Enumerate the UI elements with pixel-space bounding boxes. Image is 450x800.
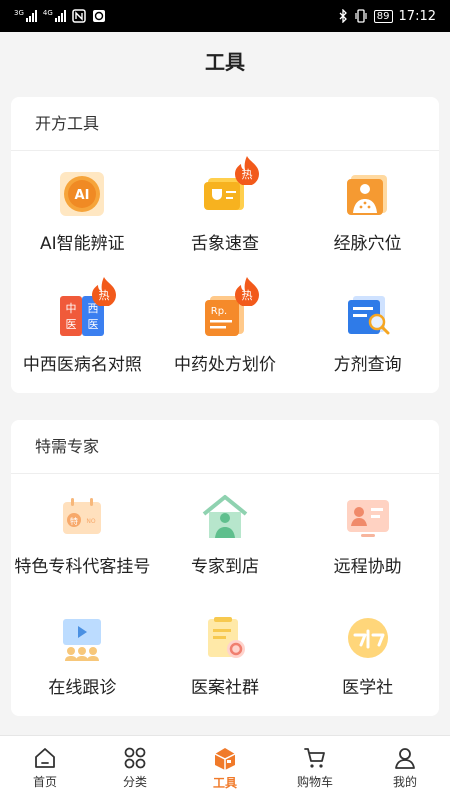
service-label: 医学社 [342, 678, 394, 698]
svg-text:中: 中 [66, 302, 77, 315]
tool-label: 舌象速查 [190, 234, 259, 254]
network-type-label: 3G [14, 9, 24, 17]
hot-badge-icon: 热 [234, 156, 259, 185]
ai-diagnosis-icon: AI [60, 172, 105, 216]
hot-badge-icon: 热 [234, 277, 259, 306]
section-prescription-tools: 开方工具 AI AI智能辨证 热 舌象速查 经脉穴位 中 医 西 医 热 中西医… [11, 97, 439, 393]
service-remote-assist[interactable]: 远程协助 [296, 474, 439, 595]
service-label: 专家到店 [190, 557, 259, 577]
service-label: 远程协助 [333, 557, 402, 577]
cart-icon [304, 748, 325, 768]
tab-label: 分类 [122, 775, 147, 789]
tab-home[interactable]: 首页 [0, 736, 90, 800]
category-icon [124, 747, 146, 769]
case-community-icon [207, 617, 245, 658]
profile-icon [395, 748, 415, 769]
expert-visit-icon [202, 495, 248, 538]
toolbox-icon [214, 748, 236, 770]
svg-text:Rp.: Rp. [211, 306, 227, 317]
tool-formula-search[interactable]: 方剂查询 [296, 272, 439, 393]
svg-text:医: 医 [66, 318, 77, 331]
tool-label: 中药处方划价 [173, 355, 276, 375]
tool-tongue-check[interactable]: 热 舌象速查 [154, 151, 297, 272]
tool-label: 中西医病名对照 [22, 355, 142, 375]
service-case-community[interactable]: 医案社群 [154, 595, 297, 716]
service-label: 在线跟诊 [48, 678, 117, 698]
alarm-icon [92, 10, 105, 22]
clock: 17:12 [398, 8, 436, 24]
tab-category[interactable]: 分类 [90, 736, 180, 800]
formula-search-icon [347, 296, 390, 335]
section-special-experts: 特需专家 特 NO 特色专科代客挂号 专家到店 远程协助 在线跟诊 医案社群 医… [11, 420, 439, 716]
tool-disease-name-compare[interactable]: 中 医 西 医 热 中西医病名对照 [11, 272, 154, 393]
tab-label: 我的 [392, 775, 417, 789]
tab-label: 购物车 [296, 775, 333, 789]
page-title: 工具 [0, 32, 450, 88]
signal-icon-2: 4G [43, 10, 66, 22]
svg-text:热: 热 [241, 168, 252, 181]
service-label: 特色专科代客挂号 [14, 557, 151, 577]
tool-label: 方剂查询 [333, 355, 402, 375]
svg-text:医: 医 [88, 318, 99, 331]
status-bar: 3G 4G 89 17:12 [0, 0, 450, 32]
vibrate-icon [355, 9, 367, 23]
tab-profile[interactable]: 我的 [360, 736, 450, 800]
medical-club-icon [347, 618, 388, 658]
special-registration-icon: 特 NO [63, 498, 102, 534]
meridian-acupoint-icon [346, 175, 387, 215]
service-online-follow[interactable]: 在线跟诊 [11, 595, 154, 716]
section-title: 特需专家 [11, 420, 439, 474]
network-type-label-2: 4G [42, 9, 53, 17]
remote-assist-icon [346, 500, 389, 537]
svg-text:NO: NO [87, 518, 96, 525]
tool-prescription-price[interactable]: Rp. 热 中药处方划价 [154, 272, 297, 393]
bottom-tab-bar: 首页 分类 工具 购物车 我的 [0, 735, 450, 800]
hot-badge-icon: 热 [92, 277, 117, 306]
battery-icon: 89 [373, 9, 393, 23]
nfc-icon [72, 9, 86, 23]
svg-text:特: 特 [70, 516, 78, 526]
tool-ai-diagnosis[interactable]: AI AI智能辨证 [11, 151, 154, 272]
tab-label: 工具 [212, 776, 237, 790]
svg-text:AI: AI [75, 188, 90, 203]
tab-tools[interactable]: 工具 [180, 736, 270, 800]
tool-meridian-acupoint[interactable]: 经脉穴位 [296, 151, 439, 272]
bluetooth-icon [339, 9, 347, 23]
service-expert-visit[interactable]: 专家到店 [154, 474, 297, 595]
tab-cart[interactable]: 购物车 [270, 736, 360, 800]
tool-label: AI智能辨证 [40, 234, 125, 254]
tab-label: 首页 [32, 775, 57, 789]
home-icon [35, 748, 55, 768]
online-follow-icon [63, 619, 102, 661]
service-label: 医案社群 [190, 678, 259, 698]
service-special-registration[interactable]: 特 NO 特色专科代客挂号 [11, 474, 154, 595]
tool-label: 经脉穴位 [333, 234, 402, 254]
svg-text:热: 热 [99, 289, 110, 302]
section-title: 开方工具 [11, 97, 439, 151]
svg-text:热: 热 [241, 289, 252, 302]
signal-icon: 3G [14, 10, 37, 22]
service-medical-club[interactable]: 医学社 [296, 595, 439, 716]
